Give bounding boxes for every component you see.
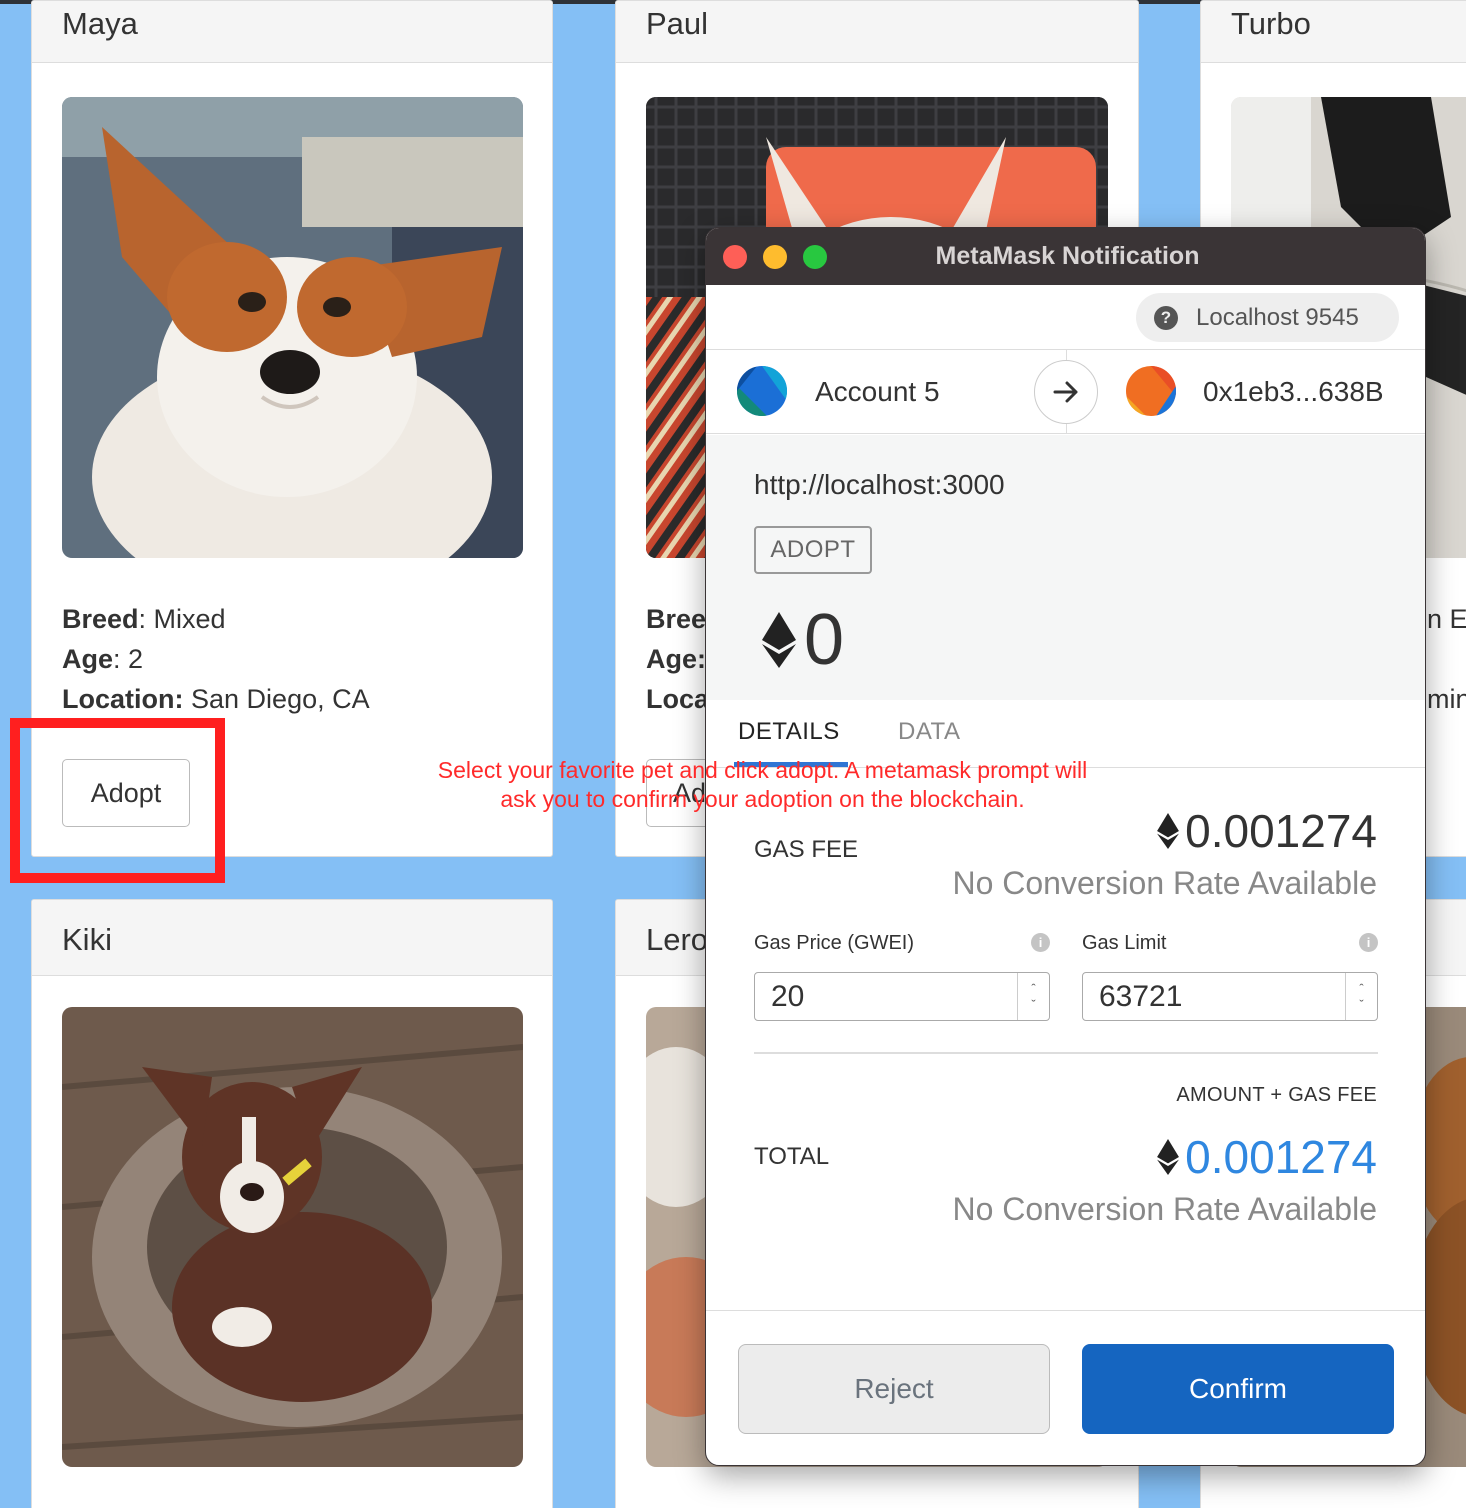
instruction-line-1: Select your favorite pet and click adopt… — [437, 757, 1088, 783]
age-label: Age: — [646, 644, 706, 674]
adopt-button-highlight — [10, 718, 225, 883]
gas-price-label: Gas Price (GWEI) — [754, 932, 915, 954]
pet-name: Paul — [646, 5, 709, 41]
gas-price-value: 20 — [771, 979, 805, 1013]
pet-name: Lero — [646, 921, 709, 957]
network-row: ? Localhost 9545 — [706, 285, 1425, 350]
location-label: Location: — [62, 684, 184, 714]
pet-card-header: Turbo — [1201, 1, 1466, 63]
origin-url: http://localhost:3000 — [754, 469, 1005, 500]
recipient-avatar — [1126, 366, 1176, 416]
footer-divider — [706, 1310, 1425, 1311]
pet-photo — [62, 97, 523, 558]
reject-button[interactable]: Reject — [738, 1344, 1050, 1434]
gas-limit-value: 63721 — [1099, 979, 1183, 1013]
pet-details: Bree Age: Loca — [646, 599, 709, 719]
gas-fee-value: 0.001274 — [1185, 805, 1377, 857]
spinner-arrows-icon[interactable]: ˆˇ — [1017, 973, 1049, 1020]
age-value: 2 — [128, 644, 144, 674]
window-title: MetaMask Notification — [935, 242, 1200, 270]
total-conversion: No Conversion Rate Available — [952, 1191, 1377, 1227]
info-icon[interactable]: i — [1031, 933, 1050, 952]
breed-label: Bree — [646, 604, 707, 634]
pet-card-header: Paul — [616, 1, 1138, 63]
tab-details[interactable]: DETAILS — [738, 718, 840, 746]
window-titlebar: MetaMask Notification — [706, 228, 1425, 285]
account-avatar — [737, 366, 787, 416]
pet-name: Kiki — [62, 921, 112, 957]
breed-label: Breed — [62, 604, 139, 634]
network-selector[interactable]: ? Localhost 9545 — [1136, 293, 1399, 342]
amount-plus-gas-label: AMOUNT + GAS FEE — [1176, 1084, 1377, 1106]
ethereum-icon — [1157, 813, 1180, 849]
age-label: Age — [62, 644, 114, 674]
amount-value: 0 — [804, 600, 845, 680]
from-account-name[interactable]: Account 5 — [815, 350, 940, 434]
to-address[interactable]: 0x1eb3...638B — [1203, 350, 1384, 434]
pet-card-header: Kiki — [32, 900, 552, 976]
breed-fragment: n E — [1427, 604, 1466, 634]
gas-limit-input[interactable]: 63721 ˆˇ — [1082, 972, 1378, 1021]
gas-fee-label: GAS FEE — [754, 836, 859, 863]
tab-data[interactable]: DATA — [898, 718, 960, 746]
transaction-amount: 0 — [762, 600, 844, 680]
spinner-arrows-icon[interactable]: ˆˇ — [1345, 973, 1377, 1020]
confirm-button[interactable]: Confirm — [1082, 1344, 1394, 1434]
help-icon: ? — [1154, 305, 1178, 330]
instruction-line-2: ask you to confirm your adoption on the … — [500, 786, 1025, 812]
breed-value: Mixed — [153, 604, 226, 634]
instruction-annotation: Select your favorite pet and click adopt… — [400, 756, 1125, 814]
total-label: TOTAL — [754, 1143, 830, 1170]
gas-limit-label: Gas Limit — [1082, 932, 1167, 954]
pet-details: Breed: Mixed Age: 2 Location: San Diego,… — [62, 604, 370, 714]
pet-photo — [62, 1007, 523, 1467]
arrow-right-icon — [1034, 360, 1098, 424]
pet-details: n E min — [1427, 599, 1466, 719]
sender-recipient-row: Account 5 0x1eb3...638B — [706, 350, 1425, 434]
gas-fee-amount: 0.001274 — [1157, 804, 1377, 858]
metamask-notification-window: MetaMask Notification ? Localhost 9545 A… — [705, 227, 1426, 1466]
total-value: 0.001274 — [1185, 1131, 1377, 1183]
divider — [754, 1052, 1378, 1054]
method-badge: ADOPT — [754, 526, 872, 574]
network-name: Localhost 9545 — [1196, 303, 1359, 331]
ethereum-icon — [762, 612, 796, 668]
pet-name: Turbo — [1231, 5, 1311, 41]
total-amount: 0.001274 — [1157, 1130, 1377, 1184]
pet-card-kiki: Kiki — [31, 899, 553, 1508]
gas-price-input[interactable]: 20 ˆˇ — [754, 972, 1050, 1021]
ethereum-icon — [1157, 1139, 1180, 1175]
gas-fee-conversion: No Conversion Rate Available — [952, 865, 1377, 901]
location-value: San Diego, CA — [191, 684, 370, 714]
transaction-summary: http://localhost:3000 ADOPT 0 — [706, 435, 1425, 700]
info-icon[interactable]: i — [1359, 933, 1378, 952]
pet-name: Maya — [62, 5, 138, 41]
location-label: Loca — [646, 684, 710, 714]
pet-card-header: Maya — [32, 1, 552, 63]
location-fragment: min — [1427, 684, 1466, 714]
